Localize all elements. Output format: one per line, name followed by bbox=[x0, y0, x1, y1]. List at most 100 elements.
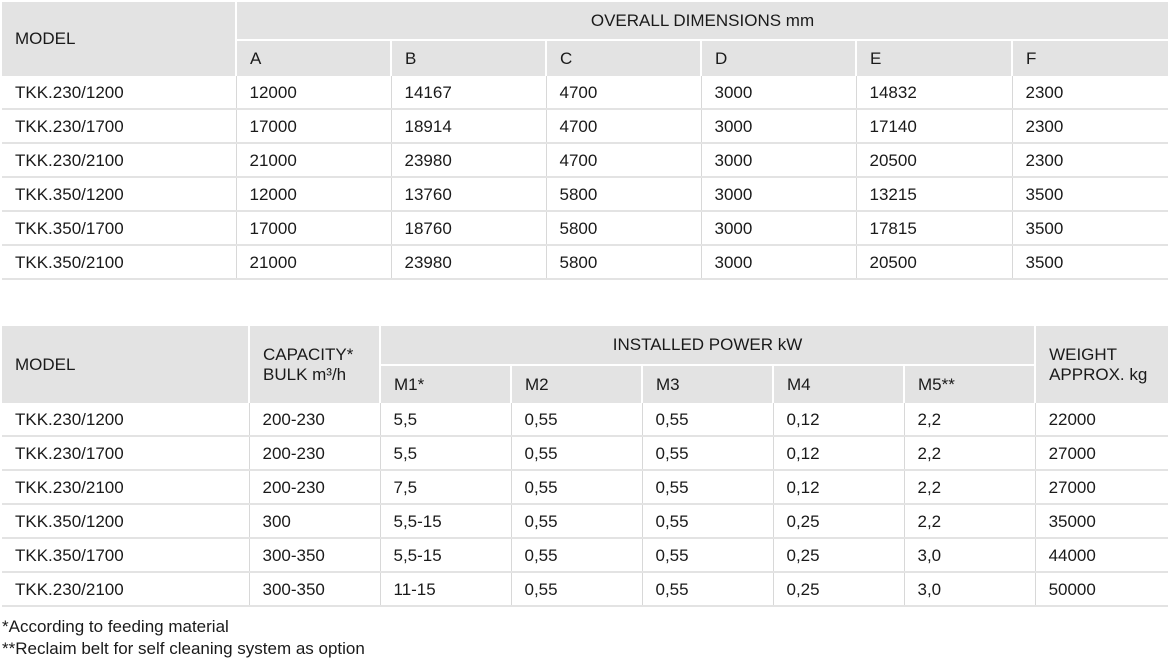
table-cell: 27000 bbox=[1034, 470, 1169, 505]
table-cell: 2300 bbox=[1011, 76, 1168, 110]
table-cell: 11-15 bbox=[379, 572, 511, 607]
table-row: TKK.230/2100 21000 23980 4700 3000 20500 2300 bbox=[2, 143, 1168, 178]
table-cell: 5800 bbox=[545, 211, 701, 246]
table-cell: 2300 bbox=[1011, 109, 1168, 144]
installed-power-header: INSTALLED POWER kW bbox=[378, 326, 1036, 365]
table-cell: 0,55 bbox=[641, 538, 773, 573]
model-cell: TKK.350/2100 bbox=[2, 245, 236, 280]
capacity-header-line1: CAPACITY* bbox=[263, 344, 354, 364]
table-cell: 44000 bbox=[1034, 538, 1169, 573]
table-cell: 3,0 bbox=[903, 538, 1036, 573]
weight-header-line1: WEIGHT bbox=[1049, 344, 1118, 364]
footnote-feeding-material: *According to feeding material bbox=[2, 617, 229, 636]
column-header-m5: M5** bbox=[902, 364, 1036, 403]
dimensions-table-body: TKK.230/1200 12000 14167 4700 3000 14832 2300 T… bbox=[2, 76, 1168, 280]
table-cell: 0,55 bbox=[510, 470, 642, 505]
column-header-m4: M4 bbox=[772, 364, 904, 403]
table-cell: 0,12 bbox=[772, 436, 904, 471]
table-cell: 0,12 bbox=[772, 470, 904, 505]
table-cell: 5,5 bbox=[379, 436, 511, 471]
table-cell: 4700 bbox=[545, 143, 701, 178]
table-row: TKK.230/1700 17000 18914 4700 3000 17140 2300 bbox=[2, 109, 1168, 144]
table-cell: 5800 bbox=[545, 177, 701, 212]
table-cell: 0,25 bbox=[772, 504, 904, 539]
table-cell: 22000 bbox=[1034, 403, 1169, 437]
table-row: TKK.230/1200 200-230 5,5 0,55 0,55 0,12 2,2 220… bbox=[2, 403, 1169, 437]
table-cell: 3000 bbox=[700, 76, 856, 110]
table-cell: 0,55 bbox=[510, 538, 642, 573]
model-cell: TKK.230/1700 bbox=[2, 109, 236, 144]
model-header: MODEL bbox=[15, 29, 76, 48]
table-cell: 200-230 bbox=[248, 470, 380, 505]
table-cell: 0,55 bbox=[641, 436, 773, 471]
table-cell: 35000 bbox=[1034, 504, 1169, 539]
column-header-a: A bbox=[235, 39, 391, 76]
table-cell: 5,5-15 bbox=[379, 538, 511, 573]
table-cell: 300-350 bbox=[248, 538, 380, 573]
dimensions-table: MODEL OVERALL DIMENSIONS mm A B C D E F … bbox=[2, 2, 1168, 280]
table-cell: 3000 bbox=[700, 143, 856, 178]
column-header-f: F bbox=[1011, 39, 1168, 76]
table-cell: 12000 bbox=[235, 76, 391, 110]
table-cell: 5,5-15 bbox=[379, 504, 511, 539]
table-cell: 20500 bbox=[855, 245, 1012, 280]
table-cell: 300-350 bbox=[248, 572, 380, 607]
table-cell: 23980 bbox=[390, 143, 546, 178]
table-cell: 4700 bbox=[545, 109, 701, 144]
table-row: TKK.230/1200 12000 14167 4700 3000 14832 2300 bbox=[2, 76, 1168, 110]
column-header-m2: M2 bbox=[510, 364, 642, 403]
model-cell: TKK.230/1200 bbox=[2, 403, 249, 437]
table-row: TKK.350/1200 12000 13760 5800 3000 13215 3500 bbox=[2, 177, 1168, 212]
table-cell: 14167 bbox=[390, 76, 546, 110]
table-row: TKK.350/1700 17000 18760 5800 3000 17815 3500 bbox=[2, 211, 1168, 246]
footnotes: *According to feeding material **Reclaim… bbox=[2, 616, 365, 660]
table-cell: 2,2 bbox=[903, 470, 1036, 505]
capacity-header: CAPACITY* BULK m³/h bbox=[248, 326, 380, 403]
table-cell: 20500 bbox=[855, 143, 1012, 178]
table-row: TKK.230/1700 200-230 5,5 0,55 0,55 0,12 2,2 270… bbox=[2, 436, 1169, 471]
table-cell: 5,5 bbox=[379, 403, 511, 437]
power-table-body: TKK.230/1200 200-230 5,5 0,55 0,55 0,12 2,2 220… bbox=[2, 403, 1169, 607]
table-cell: 3,0 bbox=[903, 572, 1036, 607]
table-row: TKK.230/2100 300-350 11-15 0,55 0,55 0,25 3,0 5… bbox=[2, 572, 1169, 607]
table-cell: 2,2 bbox=[903, 504, 1036, 539]
model-cell: TKK.350/1200 bbox=[2, 504, 249, 539]
table-cell: 3500 bbox=[1011, 211, 1168, 246]
table-cell: 27000 bbox=[1034, 436, 1169, 471]
column-header-b: B bbox=[390, 39, 546, 76]
table-cell: 0,55 bbox=[510, 504, 642, 539]
table-cell: 13215 bbox=[855, 177, 1012, 212]
table-cell: 21000 bbox=[235, 245, 391, 280]
model-header: MODEL bbox=[15, 354, 76, 374]
weight-header-line2: APPROX. kg bbox=[1049, 364, 1148, 384]
table-cell: 18760 bbox=[390, 211, 546, 246]
column-header-m3: M3 bbox=[641, 364, 773, 403]
table-cell: 14832 bbox=[855, 76, 1012, 110]
table-cell: 17000 bbox=[235, 211, 391, 246]
table-cell: 2300 bbox=[1011, 143, 1168, 178]
table-cell: 0,55 bbox=[641, 470, 773, 505]
table-cell: 21000 bbox=[235, 143, 391, 178]
table-cell: 17000 bbox=[235, 109, 391, 144]
table-cell: 2,2 bbox=[903, 436, 1036, 471]
table-cell: 50000 bbox=[1034, 572, 1169, 607]
table-cell: 17815 bbox=[855, 211, 1012, 246]
power-table: MODEL CAPACITY* BULK m³/h INSTALLED POWE… bbox=[2, 326, 1169, 607]
table-cell: 3500 bbox=[1011, 177, 1168, 212]
table-cell: 0,25 bbox=[772, 572, 904, 607]
footnote-reclaim-belt: **Reclaim belt for self cleaning system … bbox=[2, 639, 365, 658]
table-cell: 300 bbox=[248, 504, 380, 539]
capacity-header-line2: BULK m³/h bbox=[263, 364, 347, 384]
dimensions-table-header: MODEL OVERALL DIMENSIONS mm A B C D E F bbox=[2, 2, 1168, 76]
table-cell: 3000 bbox=[700, 211, 856, 246]
table-cell: 0,25 bbox=[772, 538, 904, 573]
weight-header: WEIGHT APPROX. kg bbox=[1034, 326, 1169, 403]
table-cell: 17140 bbox=[855, 109, 1012, 144]
table-cell: 12000 bbox=[235, 177, 391, 212]
model-cell: TKK.350/1700 bbox=[2, 538, 249, 573]
overall-dimensions-header: OVERALL DIMENSIONS mm bbox=[235, 2, 1168, 40]
model-cell: TKK.230/1200 bbox=[2, 76, 236, 110]
table-cell: 5800 bbox=[545, 245, 701, 280]
table-cell: 4700 bbox=[545, 76, 701, 110]
column-header-e: E bbox=[855, 39, 1012, 76]
